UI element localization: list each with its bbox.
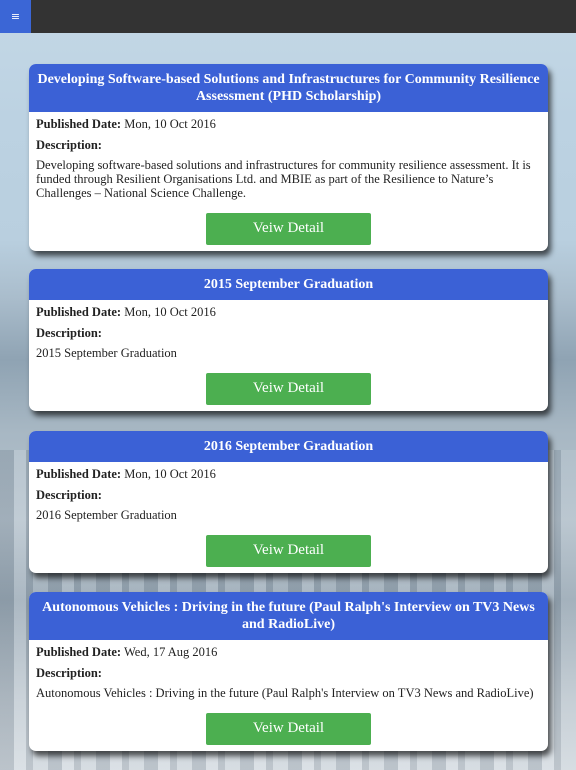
published-date-value: Wed, 17 Aug 2016 [123,645,218,659]
news-card: 2015 September Graduation Published Date… [29,269,548,411]
published-date-value: Mon, 10 Oct 2016 [124,467,216,481]
view-detail-button[interactable]: Veiw Detail [206,212,371,245]
card-title: 2015 September Graduation [29,269,548,300]
view-detail-button[interactable]: Veiw Detail [206,712,371,745]
description-label: Description: [36,138,102,152]
description-label: Description: [36,326,102,340]
top-navbar: ≡ [0,0,576,33]
view-detail-button[interactable]: Veiw Detail [206,534,371,567]
description-text: 2016 September Graduation [36,508,177,522]
news-card: 2016 September Graduation Published Date… [29,431,548,573]
published-date-label: Published Date: [36,117,122,131]
description-text: 2015 September Graduation [36,346,177,360]
card-title: 2016 September Graduation [29,431,548,462]
published-date-value: Mon, 10 Oct 2016 [124,117,216,131]
description-text: Developing software-based solutions and … [36,158,531,200]
published-date-label: Published Date: [36,305,122,319]
description-label: Description: [36,488,102,502]
news-card: Developing Software-based Solutions and … [29,64,548,251]
description-label: Description: [36,666,102,680]
published-date-label: Published Date: [36,467,122,481]
hamburger-menu-icon[interactable]: ≡ [0,0,31,33]
published-date-value: Mon, 10 Oct 2016 [124,305,216,319]
card-title: Autonomous Vehicles : Driving in the fut… [29,592,548,640]
card-title: Developing Software-based Solutions and … [29,64,548,112]
news-card: Autonomous Vehicles : Driving in the fut… [29,592,548,751]
published-date-label: Published Date: [36,645,122,659]
view-detail-button[interactable]: Veiw Detail [206,372,371,405]
description-text: Autonomous Vehicles : Driving in the fut… [36,686,534,700]
